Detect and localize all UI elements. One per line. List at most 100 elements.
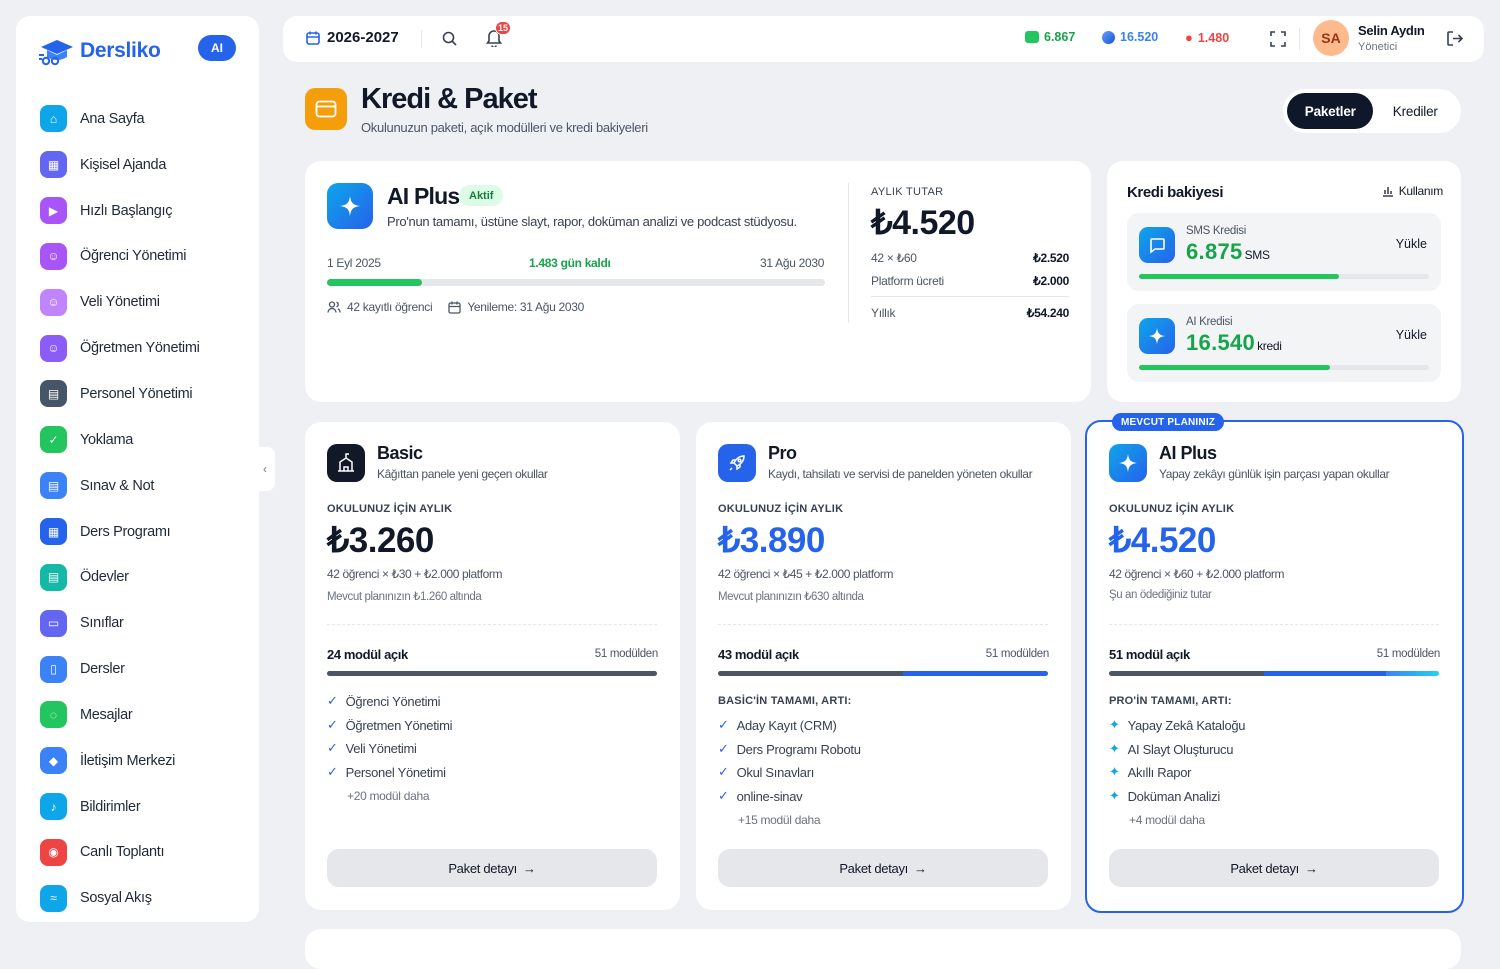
amount-row: 42 × ₺60 ₺2.520 xyxy=(871,251,1069,265)
credit-bar-fill xyxy=(1139,365,1331,370)
button-label: Paket detayı xyxy=(448,860,517,876)
more-modules: +4 modül daha xyxy=(1129,813,1205,827)
sidebar-item-5[interactable]: ☺ Öğretmen Yönetimi xyxy=(40,325,240,371)
sidebar-item-1[interactable]: ▦ Kişisel Ajanda xyxy=(40,142,240,188)
plan-section-heading: PRO'İN TAMAMI, ARTI: xyxy=(1109,695,1232,707)
sparkle-icon: ✦ xyxy=(1109,764,1120,779)
calendar-icon: ▦ xyxy=(40,151,67,179)
modules-bar-fill-extra xyxy=(902,671,1048,676)
sms-credit-value: 6.867 xyxy=(1044,30,1076,44)
sidebar-item-label: Kişisel Ajanda xyxy=(80,156,167,173)
exam-icon: ▤ xyxy=(40,472,67,500)
feature-label: Akıllı Rapor xyxy=(1127,764,1192,780)
button-label: Paket detayı xyxy=(839,860,908,876)
package-detail-button[interactable]: Paket detayı → xyxy=(718,849,1048,887)
sidebar-item-label: Sosyal Akış xyxy=(80,890,152,907)
check-icon: ✓ xyxy=(327,693,338,708)
sidebar-item-0[interactable]: ⌂ Ana Sayfa xyxy=(40,96,240,142)
credit-amount: 16.540 xyxy=(1186,330,1256,355)
fullscreen-icon[interactable] xyxy=(1269,30,1287,48)
brand-logo[interactable]: Dersliko xyxy=(38,36,161,66)
plan-note: Mevcut planınızın ₺630 altında xyxy=(718,591,864,603)
sidebar-item-3[interactable]: ☺ Öğrenci Yönetimi xyxy=(40,234,240,280)
sidebar-item-8[interactable]: ▤ Sınav & Not xyxy=(40,463,240,509)
feature-item: ✓ Veli Yönetimi xyxy=(327,740,417,756)
graduation-cap-logo-icon xyxy=(39,40,73,66)
feature-label: Ders Programı Robotu xyxy=(736,741,861,757)
bar-chart-icon xyxy=(1382,187,1393,197)
broadcast-icon: ◉ xyxy=(40,838,67,866)
sidebar-item-label: Dersler xyxy=(80,661,125,678)
sidebar-item-12[interactable]: ▯ Dersler xyxy=(40,646,240,692)
package-detail-button[interactable]: Paket detayı → xyxy=(327,849,657,887)
sidebar-item-7[interactable]: ✓ Yoklama xyxy=(40,417,240,463)
divider xyxy=(871,296,1069,297)
sidebar-item-16[interactable]: ◉ Canlı Toplantı xyxy=(40,830,240,876)
sms-credit-stat[interactable]: 6.867 xyxy=(1025,30,1075,44)
sidebar-item-6[interactable]: ▤ Personel Yönetimi xyxy=(40,371,240,417)
sparkle-icon: ✦ xyxy=(1109,788,1120,803)
plan-end-date: 31 Ağu 2030 xyxy=(760,256,825,270)
sidebar-item-label: Canlı Toplantı xyxy=(80,844,165,861)
academic-year-selector[interactable]: 2026-2027 xyxy=(305,29,399,46)
ai-credit-box: AI Kredisi 16.540 kredi Yükle xyxy=(1127,304,1441,382)
feature-label: Öğretmen Yönetimi xyxy=(345,717,453,733)
notifications-button[interactable]: 15 xyxy=(485,21,511,52)
arrow-right-icon: → xyxy=(913,860,927,876)
load-ai-credit-button[interactable]: Yükle xyxy=(1396,328,1427,342)
plan-formula: 42 öğrenci × ₺30 + ₺2.000 platform xyxy=(327,567,503,581)
ai-icon xyxy=(1102,30,1115,44)
check-icon: ✓ xyxy=(327,740,338,755)
modules-bar-fill xyxy=(327,671,657,676)
check-icon: ✓ xyxy=(327,717,338,732)
search-icon[interactable] xyxy=(441,30,458,47)
sidebar-item-4[interactable]: ☺ Veli Yönetimi xyxy=(40,279,240,325)
usage-link[interactable]: Kullanım xyxy=(1382,184,1443,198)
package-detail-button[interactable]: Paket detayı → xyxy=(1109,849,1439,887)
feature-item: ✓ online-sinav xyxy=(718,788,803,804)
plan-progress-bar xyxy=(327,279,825,286)
sidebar-item-10[interactable]: ▤ Ödevler xyxy=(40,554,240,600)
modules-bar-fill-pro xyxy=(1264,671,1387,676)
ai-credit-stat[interactable]: 16.520 xyxy=(1102,30,1158,44)
button-label: Paket detayı xyxy=(1230,860,1299,876)
streak-stat[interactable]: ● 1.480 xyxy=(1185,30,1229,45)
sidebar-item-label: Ödevler xyxy=(80,569,129,586)
feature-item: ✦ Yapay Zekâ Kataloğu xyxy=(1109,717,1246,733)
modules-bar-fill-base xyxy=(1109,671,1265,676)
sidebar-item-17[interactable]: ≈ Sosyal Akış xyxy=(40,875,240,921)
sidebar-item-15[interactable]: ♪ Bildirimler xyxy=(40,784,240,830)
sidebar-item-11[interactable]: ▭ Sınıflar xyxy=(40,600,240,646)
logout-icon[interactable] xyxy=(1445,29,1464,48)
plan-formula: 42 öğrenci × ₺45 + ₺2.000 platform xyxy=(718,567,894,581)
tab-packages[interactable]: Paketler xyxy=(1287,93,1374,129)
ai-badge[interactable]: AI xyxy=(198,35,236,61)
plan-card-basic: Basic Kâğıttan panele yeni geçen okullar… xyxy=(305,422,680,910)
modules-total: 51 modülden xyxy=(985,648,1050,660)
sidebar-item-label: Öğretmen Yönetimi xyxy=(80,340,200,357)
credit-unit: SMS xyxy=(1244,248,1270,262)
modules-bar-fill-ai xyxy=(1386,671,1439,676)
amount-row-label: Platform ücreti xyxy=(871,274,944,288)
schedule-icon: ▦ xyxy=(40,518,67,546)
next-section-card xyxy=(305,929,1461,969)
megaphone-icon: ◆ xyxy=(40,747,67,775)
page-title: Kredi & Paket xyxy=(361,83,538,115)
play-icon: ▶ xyxy=(40,197,67,225)
usage-label: Kullanım xyxy=(1398,184,1444,198)
feature-item: ✦ AI Slayt Oluşturucu xyxy=(1109,741,1233,757)
chat-icon xyxy=(1139,227,1175,263)
notification-count-badge: 15 xyxy=(495,21,511,35)
sidebar-item-label: Mesajlar xyxy=(80,706,133,723)
sidebar-item-14[interactable]: ◆ İletişim Merkezi xyxy=(40,738,240,784)
sidebar-item-2[interactable]: ▶ Hızlı Başlangıç xyxy=(40,188,240,234)
avatar[interactable]: SA xyxy=(1313,20,1349,56)
tab-credits[interactable]: Krediler xyxy=(1373,93,1457,129)
collapse-sidebar-button[interactable]: ‹ xyxy=(255,447,275,491)
check-icon: ✓ xyxy=(718,717,729,732)
sidebar-item-13[interactable]: ◌ Mesajlar xyxy=(40,692,240,738)
load-sms-credit-button[interactable]: Yükle xyxy=(1396,237,1427,251)
plan-progress-fill xyxy=(327,279,422,286)
sidebar-item-9[interactable]: ▦ Ders Programı xyxy=(40,509,240,555)
amount-row-value: ₺2.520 xyxy=(1033,251,1069,265)
